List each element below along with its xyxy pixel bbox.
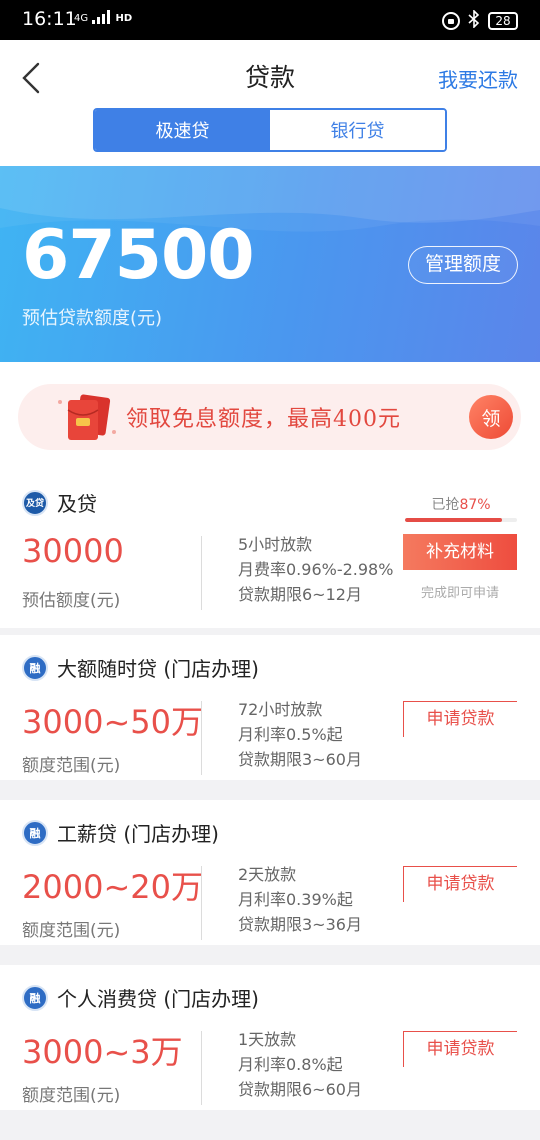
loan-title: 及贷 及贷 — [22, 488, 97, 517]
tab-bank-loan[interactable]: 银行贷 — [270, 110, 445, 150]
hd-label: HD — [115, 13, 133, 24]
loan-details: 1天放款 月利率0.8%起 贷款期限6~60月 — [238, 1027, 362, 1102]
loan-details: 72小时放款 月利率0.5%起 贷款期限3~60月 — [238, 697, 362, 772]
quota-label: 预估贷款额度(元) — [22, 308, 163, 329]
loan-detail: 月费率0.96%-2.98% — [238, 560, 394, 579]
loan-detail: 月利率0.39%起 — [238, 890, 353, 909]
loan-name: 个人消费贷 (门店办理) — [57, 987, 259, 1011]
loan-logo-icon: 融 — [22, 819, 48, 846]
loan-amount: 3000~3万 — [22, 1033, 183, 1071]
loan-logo-icon: 及贷 — [22, 489, 48, 516]
supplement-materials-button[interactable]: 补充材料 — [403, 534, 517, 570]
chevron-left-icon — [22, 62, 40, 94]
promo-section: 领取免息额度，最高400元 领 — [0, 362, 540, 470]
grab-progress-bar — [405, 518, 517, 522]
loan-title: 融 工薪贷 (门店办理) — [22, 818, 219, 847]
quota-amount: 67500 — [22, 216, 255, 295]
loan-card: 及贷 及贷 30000 预估额度(元) 5小时放款 月费率0.96%-2.98%… — [0, 470, 540, 628]
repay-link[interactable]: 我要还款 — [438, 64, 518, 93]
promo-text: 领取免息额度，最高400元 — [126, 407, 401, 432]
loan-type-tabs: 极速贷 银行贷 — [93, 108, 447, 152]
status-bar: 16:11 4G HD 28 — [0, 0, 540, 40]
loan-detail: 贷款期限3~60月 — [238, 750, 362, 769]
network-label: 4G — [74, 13, 89, 24]
loan-detail: 72小时放款 — [238, 700, 323, 719]
signal-icon: 4G HD — [74, 10, 132, 24]
loan-title: 融 大额随时贷 (门店办理) — [22, 653, 259, 682]
loan-amount: 30000 — [22, 532, 124, 570]
bluetooth-icon — [468, 9, 480, 32]
claim-button[interactable]: 领 — [469, 395, 513, 439]
loan-details: 2天放款 月利率0.39%起 贷款期限3~36月 — [238, 862, 362, 937]
loan-card: 融 工薪贷 (门店办理) 2000~20万 额度范围(元) 2天放款 月利率0.… — [0, 800, 540, 945]
loan-amount-label: 额度范围(元) — [22, 1086, 121, 1106]
supplement-hint: 完成即可申请 — [420, 586, 499, 601]
divider — [201, 1031, 202, 1105]
apply-loan-button[interactable]: 申请贷款 — [403, 701, 517, 737]
loan-title: 融 个人消费贷 (门店办理) — [22, 983, 259, 1012]
loan-logo-icon: 融 — [22, 654, 48, 681]
promo-banner[interactable]: 领取免息额度，最高400元 领 — [18, 384, 521, 450]
status-time: 16:11 — [22, 8, 77, 30]
apply-loan-button[interactable]: 申请贷款 — [403, 1031, 517, 1067]
loan-name: 大额随时贷 (门店办理) — [57, 657, 259, 681]
nav-bar: 贷款 我要还款 极速贷 银行贷 — [0, 40, 540, 166]
quota-banner: 67500 预估贷款额度(元) 管理额度 — [0, 166, 540, 362]
back-button[interactable] — [14, 54, 54, 102]
grab-percent: 87% — [459, 497, 491, 513]
tab-fast-loan[interactable]: 极速贷 — [95, 110, 270, 150]
status-icons: 28 — [442, 9, 518, 32]
loan-name: 及贷 — [57, 492, 97, 516]
loan-detail: 月利率0.5%起 — [238, 725, 343, 744]
loan-detail: 5小时放款 — [238, 535, 313, 554]
grab-progress-label: 已抢87% — [405, 494, 517, 514]
loan-amount: 3000~50万 — [22, 703, 203, 741]
loan-logo-icon: 融 — [22, 984, 48, 1011]
divider — [201, 536, 202, 610]
loan-detail: 贷款期限6~60月 — [238, 1080, 362, 1099]
loan-detail: 贷款期限3~36月 — [238, 915, 362, 934]
divider — [201, 701, 202, 775]
loan-amount-label: 额度范围(元) — [22, 921, 121, 941]
loan-name: 工薪贷 (门店办理) — [57, 822, 219, 846]
red-envelope-icon — [58, 394, 116, 440]
signal-bars-icon — [92, 10, 111, 24]
loan-card: 融 大额随时贷 (门店办理) 3000~50万 额度范围(元) 72小时放款 月… — [0, 635, 540, 780]
battery-icon: 28 — [488, 12, 518, 30]
apply-loan-button[interactable]: 申请贷款 — [403, 866, 517, 902]
loan-detail: 2天放款 — [238, 865, 297, 884]
loan-card: 融 个人消费贷 (门店办理) 3000~3万 额度范围(元) 1天放款 月利率0… — [0, 965, 540, 1110]
lock-icon — [442, 12, 460, 30]
loan-amount-label: 额度范围(元) — [22, 756, 121, 776]
loan-detail: 1天放款 — [238, 1030, 297, 1049]
grab-progress-fill — [405, 518, 503, 522]
loan-amount: 2000~20万 — [22, 868, 203, 906]
grab-prefix: 已抢 — [431, 497, 460, 513]
loan-details: 5小时放款 月费率0.96%-2.98% 贷款期限6~12月 — [238, 532, 393, 607]
loan-detail: 贷款期限6~12月 — [238, 585, 362, 604]
loan-amount-label: 预估额度(元) — [22, 591, 121, 611]
manage-quota-button[interactable]: 管理额度 — [407, 246, 518, 284]
loan-detail: 月利率0.8%起 — [238, 1055, 343, 1074]
divider — [201, 866, 202, 940]
